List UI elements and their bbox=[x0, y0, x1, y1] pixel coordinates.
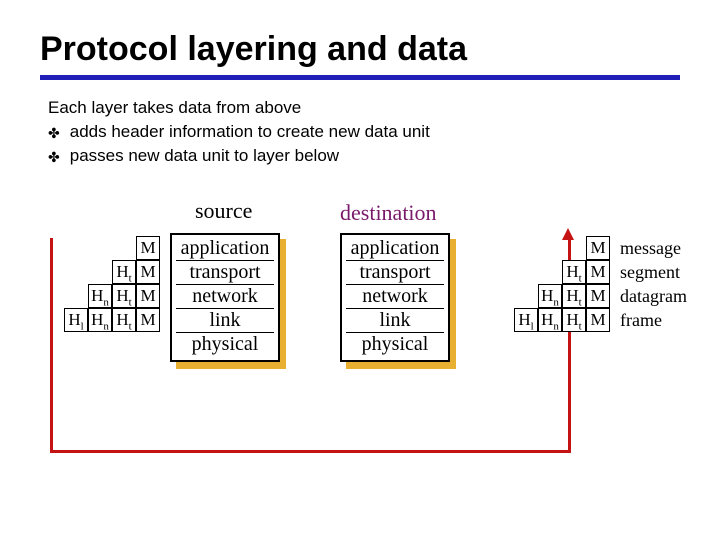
header-cell: Hn bbox=[538, 284, 562, 308]
header-cell: Ht bbox=[562, 284, 586, 308]
bullet-text: passes new data unit to layer below bbox=[70, 146, 339, 166]
header-cell: Hn bbox=[88, 284, 112, 308]
bullet-item: ✤ passes new data unit to layer below bbox=[40, 146, 680, 168]
title-underline bbox=[40, 75, 680, 80]
data-unit-name: frame bbox=[620, 308, 687, 332]
layer-name: application bbox=[176, 237, 274, 261]
destination-data-units: M Ht M Hn Ht M Hl Hn Ht M bbox=[460, 236, 610, 332]
bullet-icon: ✤ bbox=[48, 146, 60, 168]
header-cell: Hn bbox=[88, 308, 112, 332]
payload-cell: M bbox=[136, 308, 160, 332]
layer-name: physical bbox=[346, 333, 444, 356]
slide-title: Protocol layering and data bbox=[40, 30, 680, 69]
data-unit-legend: message segment datagram frame bbox=[620, 236, 687, 332]
header-cell: Hl bbox=[64, 308, 88, 332]
source-data-units: M Ht M Hn Ht M Hl Hn Ht M bbox=[10, 236, 160, 332]
header-cell: Hn bbox=[538, 308, 562, 332]
intro-text: Each layer takes data from above bbox=[40, 98, 680, 118]
bullet-text: adds header information to create new da… bbox=[70, 122, 430, 142]
layer-name: transport bbox=[176, 261, 274, 285]
source-label: source bbox=[195, 198, 252, 224]
header-cell: Ht bbox=[562, 308, 586, 332]
payload-cell: M bbox=[136, 260, 160, 284]
bullet-icon: ✤ bbox=[48, 122, 60, 144]
header-cell: Ht bbox=[562, 260, 586, 284]
layer-name: link bbox=[176, 309, 274, 333]
header-cell: Hl bbox=[514, 308, 538, 332]
layer-name: application bbox=[346, 237, 444, 261]
layering-diagram: source destination application transport… bbox=[40, 198, 680, 478]
layer-name: network bbox=[346, 285, 444, 309]
layer-name: physical bbox=[176, 333, 274, 356]
path-line bbox=[50, 450, 570, 453]
bullet-list: ✤ adds header information to create new … bbox=[40, 122, 680, 168]
data-unit-name: datagram bbox=[620, 284, 687, 308]
payload-cell: M bbox=[136, 284, 160, 308]
header-cell: Ht bbox=[112, 260, 136, 284]
header-cell: Ht bbox=[112, 308, 136, 332]
source-layer-stack: application transport network link physi… bbox=[170, 233, 280, 363]
layer-name: transport bbox=[346, 261, 444, 285]
destination-label: destination bbox=[340, 200, 437, 226]
data-unit-name: message bbox=[620, 236, 687, 260]
layer-name: network bbox=[176, 285, 274, 309]
payload-cell: M bbox=[586, 236, 610, 260]
destination-layer-stack: application transport network link physi… bbox=[340, 233, 450, 363]
layer-name: link bbox=[346, 309, 444, 333]
payload-cell: M bbox=[586, 260, 610, 284]
payload-cell: M bbox=[136, 236, 160, 260]
bullet-item: ✤ adds header information to create new … bbox=[40, 122, 680, 144]
data-unit-name: segment bbox=[620, 260, 687, 284]
payload-cell: M bbox=[586, 284, 610, 308]
header-cell: Ht bbox=[112, 284, 136, 308]
payload-cell: M bbox=[586, 308, 610, 332]
